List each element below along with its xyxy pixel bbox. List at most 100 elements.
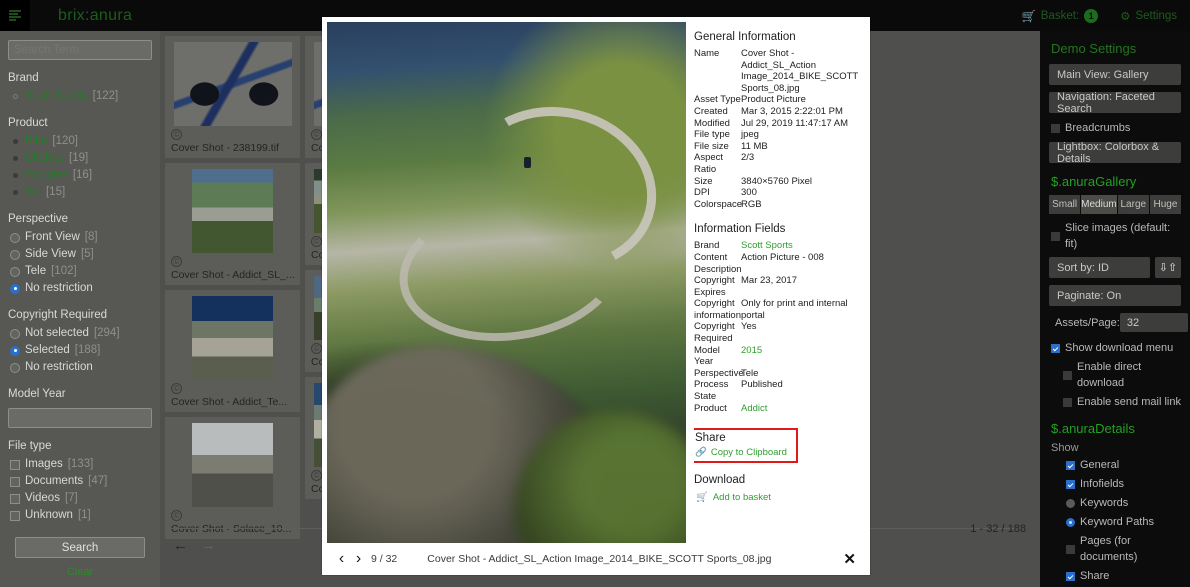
facet-option-label: Selected	[25, 344, 70, 356]
size-option-large[interactable]: Large	[1117, 195, 1150, 214]
file-type-option[interactable]: Documents [47]	[8, 473, 152, 490]
download-menu-option[interactable]: Enable direct download	[1049, 359, 1181, 391]
facet-option[interactable]: Bike [120]	[8, 133, 152, 150]
facet-option[interactable]: Tele [102]	[8, 263, 152, 280]
metadata-value: Yes	[741, 321, 757, 333]
thumbnail-meta: ©	[171, 129, 294, 140]
lightbox-toolbar: ‹ › 9 / 32 Cover Shot - Addict_SL_Action…	[322, 543, 870, 575]
search-button[interactable]: Search	[15, 537, 145, 558]
metadata-key: Process State	[694, 379, 729, 403]
facet-option[interactable]: Selected [188]	[8, 342, 152, 359]
checkbox-icon	[1066, 460, 1075, 470]
chevron-left-icon[interactable]: ‹	[333, 550, 350, 568]
paginate-button[interactable]: Paginate: On	[1049, 285, 1181, 306]
show-option[interactable]: Share	[1049, 568, 1181, 584]
facet-groups: Brand Scott Sports [122] Product Bike [120] Cl…	[8, 72, 152, 376]
facet-option[interactable]: Side View [5]	[8, 246, 152, 263]
facet-option-count: [5]	[80, 248, 94, 260]
size-option-huge[interactable]: Huge	[1149, 195, 1181, 214]
gallery-item[interactable]: © Cover Shot - Addict_SL_...	[165, 163, 300, 285]
facet-option[interactable]: No restriction	[8, 359, 152, 376]
bullet-icon	[13, 139, 18, 144]
gallery-item[interactable]: © Cover Shot - Addict_Te...	[165, 290, 300, 412]
metadata-value[interactable]: 2015	[741, 345, 864, 368]
arrow-left-icon[interactable]: ←	[173, 538, 188, 553]
metadata-key: Name	[694, 48, 720, 59]
facet-option-label: Scott Sports	[25, 90, 88, 102]
checkbox-icon	[1063, 370, 1072, 380]
facet-option[interactable]: Front View [8]	[8, 229, 152, 246]
facet-option[interactable]: Scott Sports [122]	[8, 88, 152, 105]
metadata-key: Model Year	[694, 344, 720, 368]
metadata-value: RGB	[741, 198, 762, 210]
checkbox-icon	[10, 476, 20, 487]
facet-option-count: [188]	[74, 344, 101, 356]
download-menu-option[interactable]: Show download menu	[1049, 340, 1181, 356]
facet-option-label: Not selected	[25, 327, 89, 339]
size-option-medium[interactable]: Medium	[1081, 195, 1118, 214]
add-to-basket-label: Add to basket	[712, 492, 771, 504]
gallery-item[interactable]: ©Cover Shot - Solace_10...	[165, 417, 300, 539]
radio-icon	[10, 266, 20, 277]
facet-option-count: [120]	[52, 135, 78, 147]
thumbnail-photo	[192, 423, 273, 507]
show-option[interactable]: General	[1049, 457, 1181, 473]
assets-per-page-input[interactable]	[1119, 313, 1188, 332]
chevron-right-icon[interactable]: ›	[350, 550, 367, 568]
thumbnail-image	[192, 423, 273, 507]
facet-option[interactable]: Ski [15]	[8, 184, 152, 201]
facet-option-label: Front View	[25, 231, 80, 243]
facet-title: File type	[8, 440, 52, 452]
metadata-row: Colorspace RGB	[694, 199, 864, 211]
gallery-item-label: Cover Shot - Addict_Te...	[171, 396, 288, 408]
gallery-item[interactable]: © Cover Shot - 238199.tif	[165, 36, 300, 158]
metadata-key: Copyright Required	[694, 321, 735, 345]
radio-icon	[10, 345, 20, 356]
show-option[interactable]: Keyword Paths	[1049, 514, 1181, 530]
arrow-right-icon[interactable]: →	[201, 538, 216, 553]
bullet-icon	[13, 173, 18, 178]
lightbox-button[interactable]: Lightbox: Colorbox & Details	[1049, 141, 1181, 165]
metadata-row: Size 3840×5760 Pixel	[694, 176, 864, 188]
file-type-option[interactable]: Videos [7]	[8, 490, 152, 507]
facet-option-label: Goggles	[25, 169, 68, 181]
facet-option[interactable]: Clothes [19]	[8, 150, 152, 167]
lightbox-image[interactable]	[327, 22, 686, 562]
slice-images-toggle[interactable]: Slice images (default: fit)	[1049, 220, 1181, 252]
size-segmented-control[interactable]: Small Medium Large Huge	[1049, 195, 1181, 214]
sort-icon[interactable]: ⇩⇧	[1155, 257, 1181, 278]
breadcrumbs-toggle[interactable]: Breadcrumbs	[1049, 120, 1181, 136]
main-view-button[interactable]: Main View: Gallery	[1049, 64, 1181, 85]
sort-by-button[interactable]: Sort by: ID	[1049, 257, 1150, 278]
facet-option[interactable]: No restriction	[8, 280, 152, 297]
settings-button[interactable]: ⚙ Settings	[1120, 9, 1177, 23]
show-option[interactable]: Infofields	[1049, 476, 1181, 492]
size-option-small[interactable]: Small	[1049, 195, 1082, 214]
navigation-button[interactable]: Navigation: Faceted Search	[1049, 91, 1181, 115]
file-type-option[interactable]: Images [133]	[8, 456, 152, 473]
file-type-option[interactable]: Unknown [1]	[8, 507, 152, 524]
basket-button[interactable]: 🛒 Basket: 1	[1021, 8, 1099, 23]
metadata-key: File size	[694, 140, 729, 152]
search-input[interactable]	[8, 40, 152, 60]
clear-link[interactable]: Clear	[15, 566, 145, 578]
facet-option-label: Ski	[25, 186, 41, 198]
gallery-section-heading: $.anuraGallery	[1051, 174, 1137, 189]
metadata-value[interactable]: Addict	[741, 403, 864, 415]
facet-option[interactable]: Goggles [16]	[8, 167, 152, 184]
menu-button[interactable]	[0, 0, 30, 31]
facet-group-brand: Brand Scott Sports [122]	[8, 72, 152, 105]
model-year-input[interactable]	[8, 408, 152, 428]
checkbox-icon	[1066, 571, 1075, 581]
thumbnail-meta: ©	[171, 383, 294, 394]
copy-to-clipboard-link[interactable]: 🔗 Copy to Clipboard	[695, 447, 793, 458]
assets-per-page-row: Assets/Page:	[1049, 313, 1188, 332]
add-to-basket-link[interactable]: 🛒 Add to basket	[696, 492, 864, 503]
metadata-key: Copyright information	[694, 298, 741, 321]
facet-option[interactable]: Not selected [294]	[8, 325, 152, 342]
show-option[interactable]: Keywords	[1049, 495, 1181, 511]
show-option[interactable]: Pages (for documents)	[1049, 533, 1181, 565]
close-icon[interactable]: ✕	[843, 550, 856, 568]
metadata-value[interactable]: Scott Sports	[741, 240, 864, 252]
download-menu-option[interactable]: Enable send mail link	[1049, 394, 1181, 410]
